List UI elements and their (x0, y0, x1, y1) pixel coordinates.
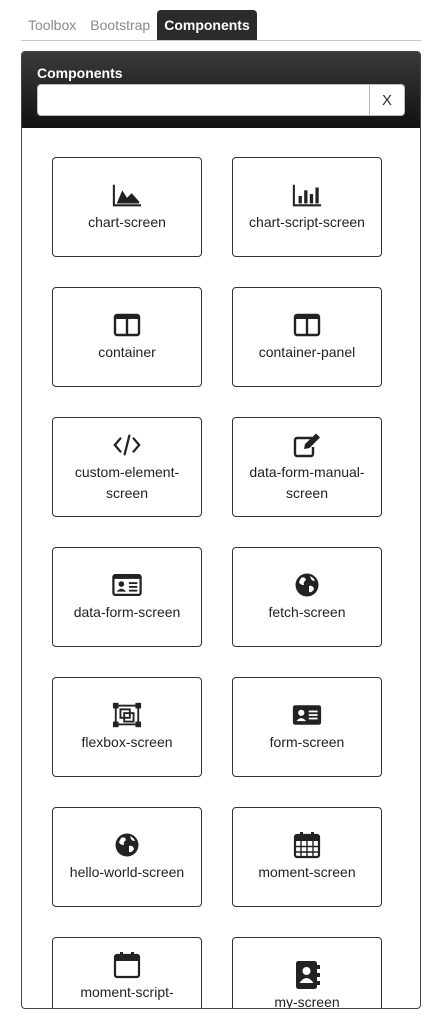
tab-bootstrap[interactable]: Bootstrap (83, 10, 157, 40)
object-group-icon (112, 701, 142, 729)
component-card-fetch-screen[interactable]: fetch-screen (232, 547, 382, 647)
columns-icon (112, 311, 142, 339)
component-card-container[interactable]: container (52, 287, 202, 387)
component-card-chart-script-screen[interactable]: chart-script-screen (232, 157, 382, 257)
area-chart-icon (112, 181, 142, 209)
globe-icon (292, 571, 322, 599)
component-card-label: data-form-screen (73, 604, 181, 620)
component-card-label: custom-element-screen (74, 463, 180, 501)
component-card-data-form-manual-screen[interactable]: data-form-manual-screen (232, 417, 382, 517)
component-card-label: data-form-manual-screen (249, 463, 365, 501)
component-card-label: moment-screen (258, 864, 356, 880)
component-card-label: hello-world-screen (69, 864, 185, 880)
calendar-grid-icon (292, 831, 322, 859)
columns-icon (292, 311, 322, 339)
component-grid: chart-screen chart-script-screen container… (22, 128, 420, 1009)
component-card-data-form-screen[interactable]: data-form-screen (52, 547, 202, 647)
panel-header: Components X (22, 52, 420, 128)
tab-toolbox[interactable]: Toolbox (21, 10, 83, 40)
component-card-container-panel[interactable]: container-panel (232, 287, 382, 387)
component-browser: Toolbox Bootstrap Components Components … (0, 0, 432, 1021)
component-card-moment-screen[interactable]: moment-screen (232, 807, 382, 907)
id-card-solid-icon (292, 701, 322, 729)
edit-icon (292, 431, 322, 459)
component-card-label: flexbox-screen (81, 734, 173, 750)
component-card-label: moment-script-screen (80, 983, 174, 1009)
component-card-form-screen[interactable]: form-screen (232, 677, 382, 777)
tab-components[interactable]: Components (157, 10, 257, 40)
bar-chart-icon (292, 181, 322, 209)
id-card-icon (112, 571, 142, 599)
component-card-chart-screen[interactable]: chart-screen (52, 157, 202, 257)
component-card-custom-element-screen[interactable]: custom-element-screen (52, 417, 202, 517)
clear-search-button[interactable]: X (370, 84, 405, 116)
component-card-my-screen[interactable]: my-screen (232, 937, 382, 1009)
panel-title: Components (37, 65, 123, 81)
code-icon (112, 431, 142, 459)
component-card-label: chart-script-screen (249, 214, 365, 230)
address-book-icon (292, 961, 322, 989)
component-card-flexbox-screen[interactable]: flexbox-screen (52, 677, 202, 777)
search-input[interactable] (37, 84, 370, 116)
components-panel: Components X chart-screen chart-script-sc… (21, 51, 421, 1009)
component-card-label: my-screen (274, 994, 340, 1009)
component-card-moment-script-screen[interactable]: moment-script-screen (52, 937, 202, 1009)
component-card-label: chart-screen (88, 214, 166, 230)
calendar-icon (112, 951, 142, 979)
component-card-label: container (98, 344, 156, 360)
component-card-label: fetch-screen (268, 604, 346, 620)
component-card-label: container-panel (258, 344, 356, 360)
component-card-hello-world-screen[interactable]: hello-world-screen (52, 807, 202, 907)
globe-icon (112, 831, 142, 859)
component-card-label: form-screen (269, 734, 345, 750)
search-row: X (37, 84, 405, 116)
tab-bar: Toolbox Bootstrap Components (21, 10, 421, 41)
